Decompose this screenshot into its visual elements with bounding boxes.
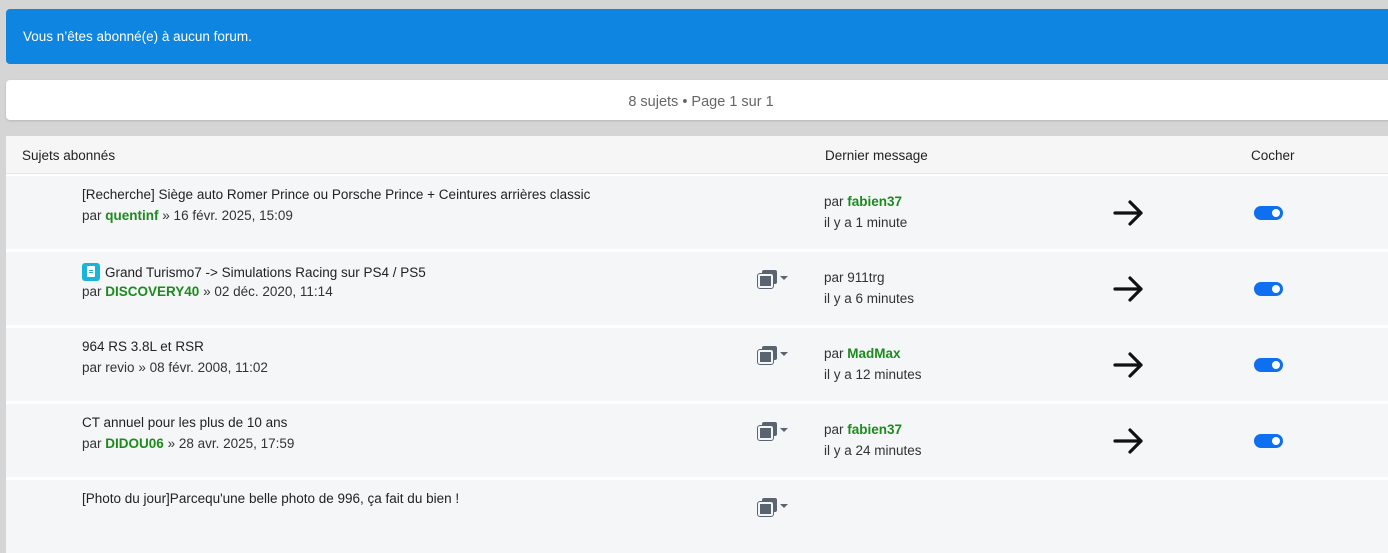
sticky-document-icon bbox=[82, 263, 100, 281]
go-to-last-post-arrow-icon[interactable] bbox=[1112, 350, 1146, 380]
last-post-by: par MadMax bbox=[824, 346, 901, 361]
by-label: par bbox=[824, 194, 844, 209]
topic-date: » 28 avr. 2025, 17:59 bbox=[167, 436, 295, 451]
by-label: par bbox=[824, 346, 844, 361]
no-forum-subscription-notice: Vous n’êtes abonné(e) à aucun forum. bbox=[6, 9, 1388, 64]
last-post-author-link[interactable]: MadMax bbox=[847, 346, 900, 361]
subscribed-topics-list: Sujets abonnés Dernier message Cocher [R… bbox=[6, 136, 1388, 553]
by-label: par bbox=[82, 436, 102, 451]
header-topics: Sujets abonnés bbox=[22, 148, 116, 163]
pagination-summary: 8 sujets • Page 1 sur 1 bbox=[6, 80, 1388, 120]
topic-meta: par revio » 08 févr. 2008, 11:02 bbox=[82, 360, 268, 375]
header-last-post: Dernier message bbox=[825, 148, 928, 163]
topic-author-link[interactable]: revio bbox=[105, 360, 134, 375]
topic-date: » 16 févr. 2025, 15:09 bbox=[162, 208, 293, 223]
topic-row: [Recherche] Siège auto Romer Prince ou P… bbox=[6, 176, 1388, 249]
topic-date: » 08 févr. 2008, 11:02 bbox=[138, 360, 268, 375]
topic-title-link[interactable]: CT annuel pour les plus de 10 ans bbox=[82, 415, 287, 430]
last-post-time: il y a 24 minutes bbox=[824, 443, 922, 458]
pages-dropdown-icon[interactable] bbox=[757, 270, 790, 289]
topic-meta: par quentinf » 16 févr. 2025, 15:09 bbox=[82, 208, 293, 223]
last-post-time: il y a 1 minute bbox=[824, 215, 908, 230]
by-label: par bbox=[824, 270, 844, 285]
pages-dropdown-icon[interactable] bbox=[757, 498, 790, 517]
last-post-by: par 911trg bbox=[824, 270, 885, 285]
select-topic-toggle[interactable] bbox=[1254, 434, 1283, 448]
list-header: Sujets abonnés Dernier message Cocher bbox=[6, 136, 1388, 174]
topic-meta: par DISCOVERY40 » 02 déc. 2020, 11:14 bbox=[82, 284, 333, 299]
topic-author-link[interactable]: DISCOVERY40 bbox=[105, 284, 199, 299]
last-post-by: par fabien37 bbox=[824, 194, 902, 209]
last-post-author-link[interactable]: 911trg bbox=[847, 270, 884, 285]
topic-title-link[interactable]: Grand Turismo7 -> Simulations Racing sur… bbox=[82, 263, 426, 281]
topic-title-text: Grand Turismo7 -> Simulations Racing sur… bbox=[105, 265, 426, 280]
by-label: par bbox=[824, 422, 844, 437]
topic-row: Grand Turismo7 -> Simulations Racing sur… bbox=[6, 252, 1388, 325]
topic-author-link[interactable]: DIDOU06 bbox=[105, 436, 164, 451]
pages-dropdown-icon[interactable] bbox=[757, 346, 790, 365]
select-topic-toggle[interactable] bbox=[1254, 282, 1283, 296]
pages-dropdown-icon[interactable] bbox=[757, 422, 790, 441]
last-post-author-link[interactable]: fabien37 bbox=[847, 422, 902, 437]
topic-meta: par DIDOU06 » 28 avr. 2025, 17:59 bbox=[82, 436, 294, 451]
last-post-by: par fabien37 bbox=[824, 422, 902, 437]
topic-date: » 02 déc. 2020, 11:14 bbox=[203, 284, 333, 299]
go-to-last-post-arrow-icon[interactable] bbox=[1112, 426, 1146, 456]
select-topic-toggle[interactable] bbox=[1254, 206, 1283, 220]
topic-title-link[interactable]: 964 RS 3.8L et RSR bbox=[82, 339, 204, 354]
topic-author-link[interactable]: quentinf bbox=[105, 208, 158, 223]
last-post-author-link[interactable]: fabien37 bbox=[847, 194, 902, 209]
topic-row: CT annuel pour les plus de 10 ans par DI… bbox=[6, 404, 1388, 477]
by-label: par bbox=[82, 208, 102, 223]
last-post-time: il y a 6 minutes bbox=[824, 291, 915, 306]
last-post-time: il y a 12 minutes bbox=[824, 367, 922, 382]
header-select: Cocher bbox=[1251, 148, 1295, 163]
go-to-last-post-arrow-icon[interactable] bbox=[1112, 198, 1146, 228]
go-to-last-post-arrow-icon[interactable] bbox=[1112, 274, 1146, 304]
by-label: par bbox=[82, 284, 102, 299]
topic-row: [Photo du jour]Parcequ'une belle photo d… bbox=[6, 480, 1388, 553]
select-topic-toggle[interactable] bbox=[1254, 358, 1283, 372]
by-label: par bbox=[82, 360, 102, 375]
topic-title-link[interactable]: [Recherche] Siège auto Romer Prince ou P… bbox=[82, 187, 590, 202]
topic-row: 964 RS 3.8L et RSR par revio » 08 févr. … bbox=[6, 328, 1388, 401]
topic-title-link[interactable]: [Photo du jour]Parcequ'une belle photo d… bbox=[82, 491, 459, 506]
